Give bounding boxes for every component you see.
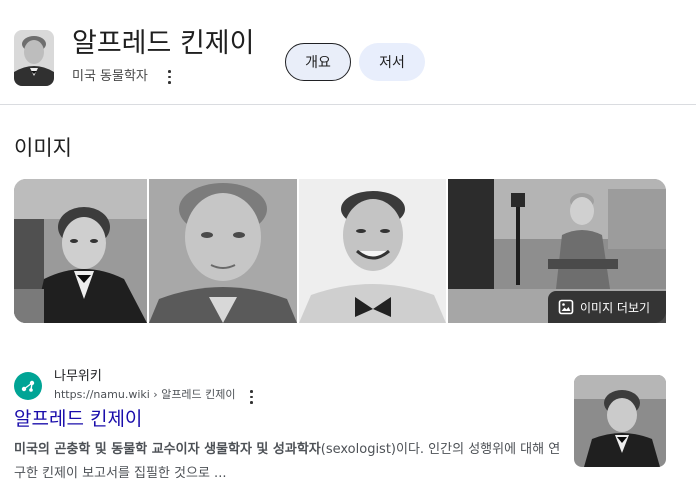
result-snippet: 미국의 곤충학 및 동물학 교수이자 생물학자 및 성과학자(sexologis… [14, 438, 570, 486]
image-result-2[interactable] [149, 179, 297, 323]
namuwiki-site-icon [14, 372, 42, 400]
image-result-3[interactable] [299, 179, 446, 323]
tab-works-label: 저서 [379, 55, 405, 71]
entity-subtitle: 미국 동물학자 [72, 69, 148, 84]
result-more-options-icon[interactable] [244, 388, 258, 406]
more-options-icon[interactable] [162, 68, 176, 86]
image-result-1[interactable] [14, 179, 147, 323]
page-title: 알프레드 킨제이 [72, 28, 255, 59]
result-site-name[interactable]: 나무위키 [54, 368, 102, 386]
result-thumbnail[interactable] [574, 375, 666, 467]
avatar[interactable] [14, 30, 54, 86]
images-section-title: 이미지 [14, 136, 72, 160]
result-site-url[interactable]: https://namu.wiki › 알프레드 킨제이 [54, 387, 236, 402]
result-title-link[interactable]: 알프레드 킨제이 [14, 406, 142, 432]
result-snippet-bold: 미국의 곤충학 및 동물학 교수이자 생물학자 및 성과학자 [14, 442, 321, 457]
image-icon [558, 299, 574, 315]
more-images-label: 이미지 더보기 [580, 300, 651, 315]
tab-overview[interactable]: 개요 [285, 43, 351, 81]
more-images-button[interactable]: 이미지 더보기 [548, 291, 666, 323]
knowledge-panel-header: 알프레드 킨제이 미국 동물학자 개요 저서 [0, 0, 696, 105]
tab-works[interactable]: 저서 [359, 43, 425, 81]
tab-overview-label: 개요 [305, 55, 331, 71]
